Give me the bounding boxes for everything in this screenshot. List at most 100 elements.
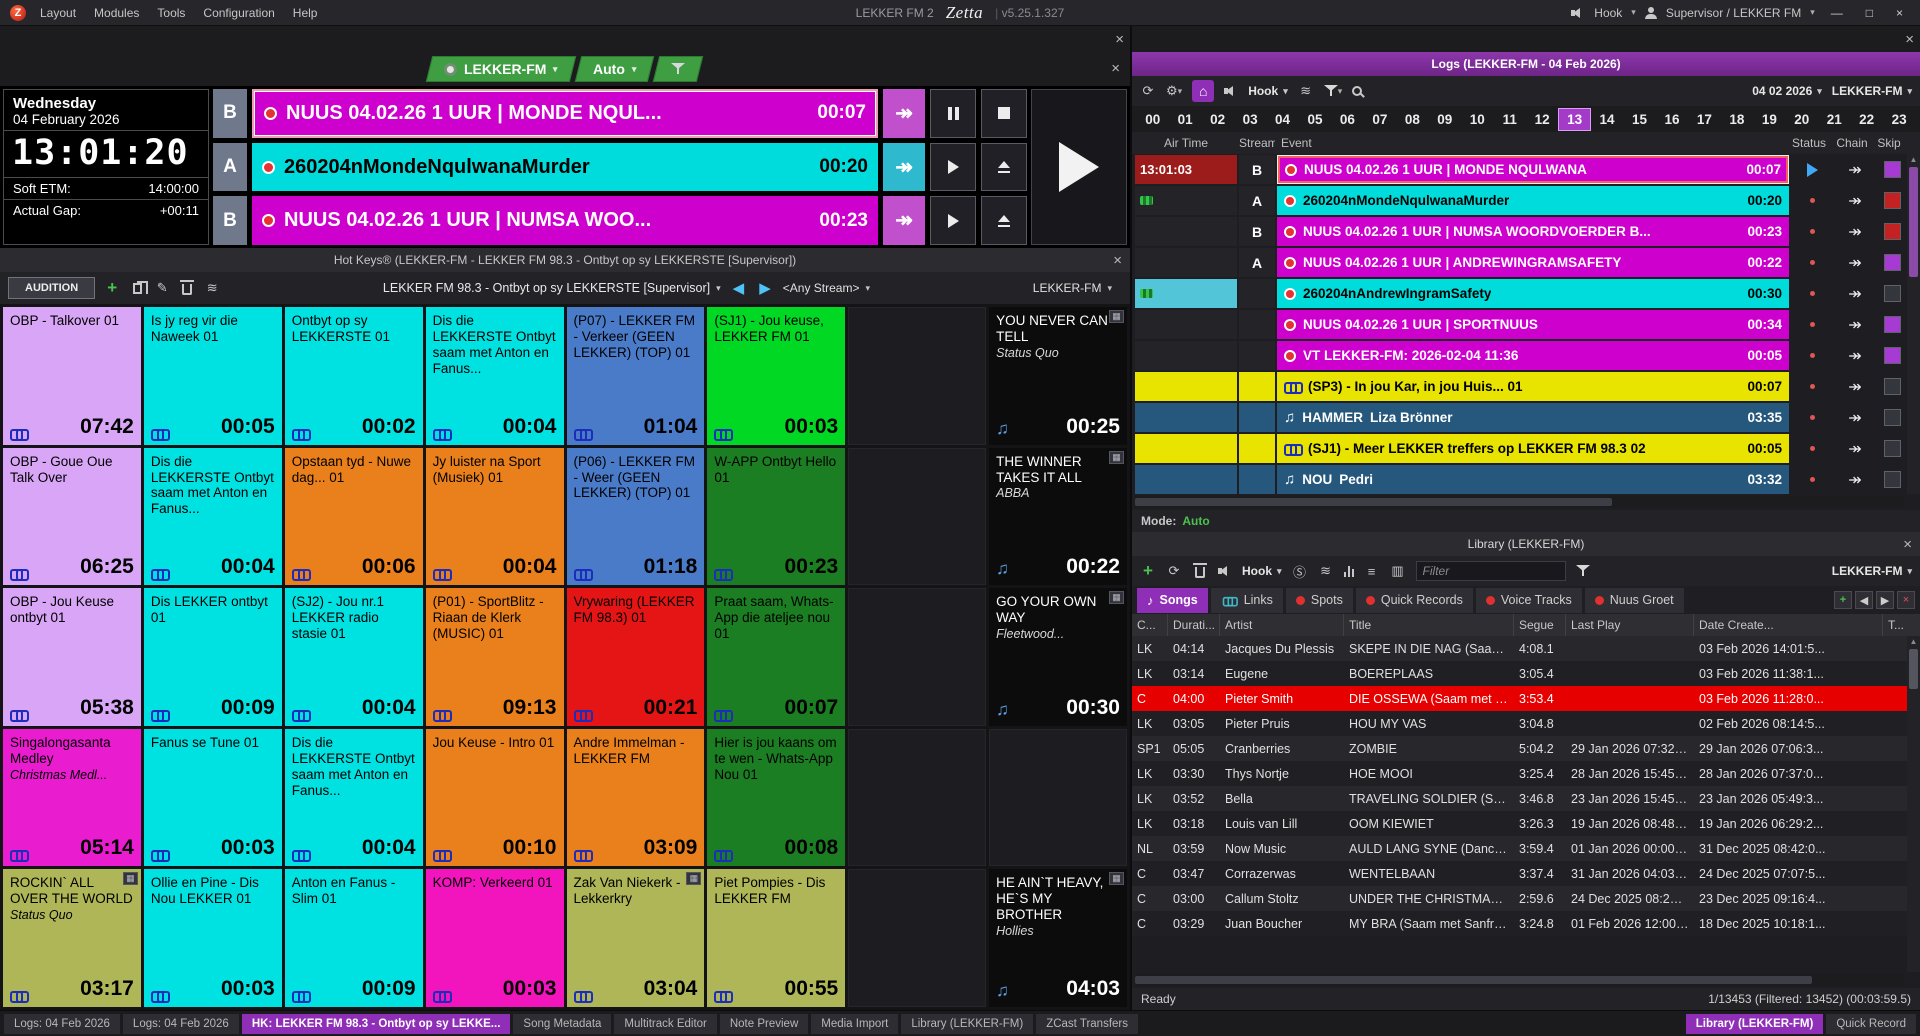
menu-item[interactable]: Layout: [40, 6, 76, 20]
taskbar-item[interactable]: Library (LEKKER-FM): [901, 1014, 1033, 1034]
skip-cell[interactable]: [1877, 310, 1907, 339]
refresh-icon[interactable]: ⟳: [1166, 562, 1182, 580]
scrollbar-thumb[interactable]: [1909, 167, 1918, 277]
log-event[interactable]: ♫ 260204nMondeNqulwanaMurder 00:20: [1277, 186, 1789, 215]
column-header[interactable]: Air Time: [1135, 136, 1237, 150]
hour-button[interactable]: 00: [1137, 109, 1168, 130]
hotkeys-station-selector[interactable]: LEKKER-FM ▾: [1033, 281, 1122, 295]
hour-button[interactable]: 03: [1234, 109, 1265, 130]
column-header[interactable]: C...: [1132, 614, 1168, 636]
hotkey-cell[interactable]: ▦ THE WINNER TAKES IT ALL ABBA ♫ 00:22: [989, 448, 1127, 586]
deck-event[interactable]: 260204nMondeNqulwanaMurder 00:20: [252, 143, 878, 192]
library-row[interactable]: C 04:00 Pieter Smith DIE OSSEWA (Saam me…: [1132, 686, 1907, 711]
library-row[interactable]: LK 04:14 Jacques Du Plessis SKEPE IN DIE…: [1132, 636, 1907, 661]
hotkey-cell[interactable]: ▦ OBP - Jou Keuse ontbyt 01 ♫ 05:38: [3, 588, 141, 726]
add-tab-button[interactable]: +: [1834, 591, 1852, 609]
taskbar-item[interactable]: Library (LEKKER-FM): [1686, 1014, 1824, 1034]
skip-checkbox[interactable]: [1884, 378, 1901, 395]
hour-button[interactable]: 10: [1462, 109, 1493, 130]
library-hook-selector[interactable]: Hook▾: [1242, 564, 1282, 578]
hotkey-cell[interactable]: ▦ YOU NEVER CAN TELL Status Quo ♫ 00:25: [989, 307, 1127, 445]
hotkey-cell[interactable]: ▦ ROCKIN` ALL OVER THE WORLD Status Quo …: [3, 869, 141, 1007]
skip-cell[interactable]: [1877, 372, 1907, 401]
close-icon[interactable]: ×: [1109, 31, 1130, 48]
hour-button[interactable]: 18: [1721, 109, 1752, 130]
hour-button[interactable]: 02: [1202, 109, 1233, 130]
taskbar-item[interactable]: Multitrack Editor: [614, 1014, 716, 1034]
hotkey-cell[interactable]: ▦ GO YOUR OWN WAY Fleetwood... ♫ 00:30: [989, 588, 1127, 726]
library-row[interactable]: SP1 05:05 Cranberries ZOMBIE 5:04.2 29 J…: [1132, 736, 1907, 761]
hour-button[interactable]: 06: [1332, 109, 1363, 130]
library-row[interactable]: C 03:00 Callum Stoltz UNDER THE CHRISTMA…: [1132, 886, 1907, 911]
hotkey-cell[interactable]: ▦ Is jy reg vir die Naweek 01 ♫ 00:05: [144, 307, 282, 445]
scroll-up-icon[interactable]: ▲: [1910, 637, 1918, 647]
hotkey-cell[interactable]: ▦ ♫: [848, 869, 986, 1007]
skip-checkbox[interactable]: [1884, 192, 1901, 209]
taskbar-item[interactable]: Logs: 04 Feb 2026: [4, 1014, 120, 1034]
play-button[interactable]: [930, 196, 976, 245]
deck-event[interactable]: NUUS 04.02.26 1 UUR | MONDE NQUL... 00:0…: [252, 89, 878, 138]
broadcast-icon[interactable]: ≋: [1298, 82, 1314, 100]
hotkey-cell[interactable]: ▦ W-APP Ontbyt Hello 01 ♫ 00:23: [707, 448, 845, 586]
log-event[interactable]: ♫ NUUS 04.02.26 1 UUR | MONDE NQULWANA 0…: [1277, 155, 1789, 184]
log-row[interactable]: ♫ (SJ1) - Meer LEKKER treffers op LEKKER…: [1135, 434, 1907, 463]
hotkey-bank-selector[interactable]: LEKKER FM 98.3 - Ontbyt op sy LEKKERSTE …: [383, 281, 721, 295]
log-horizontal-scrollbar[interactable]: [1135, 496, 1904, 508]
log-row[interactable]: ♫ NOU Pedri 03:32 ↠: [1135, 465, 1907, 494]
library-horizontal-scrollbar[interactable]: [1135, 974, 1904, 986]
taskbar-item[interactable]: Note Preview: [720, 1014, 808, 1034]
taskbar-item[interactable]: Logs: 04 Feb 2026: [123, 1014, 239, 1034]
log-row[interactable]: ♫ (SP3) - In jou Kar, in jou Huis... 01 …: [1135, 372, 1907, 401]
library-tab[interactable]: ♪ Songs: [1137, 588, 1208, 613]
add-icon[interactable]: +: [1140, 562, 1156, 580]
scrollbar-thumb[interactable]: [1135, 976, 1812, 984]
skip-cell[interactable]: [1877, 155, 1907, 184]
prev-bank-button[interactable]: ◀: [730, 279, 748, 297]
skip-cell[interactable]: [1877, 248, 1907, 277]
skip-checkbox[interactable]: [1884, 285, 1901, 302]
library-tab[interactable]: ♪ Voice Tracks: [1476, 588, 1582, 613]
home-icon[interactable]: ⌂: [1192, 80, 1214, 102]
search-icon[interactable]: [1352, 86, 1362, 96]
hour-button[interactable]: 01: [1169, 109, 1200, 130]
gear-icon[interactable]: ⚙▾: [1166, 82, 1182, 100]
skip-checkbox[interactable]: [1884, 161, 1901, 178]
audition-button[interactable]: AUDITION: [8, 277, 95, 299]
broadcast-icon[interactable]: ≋: [1318, 562, 1334, 580]
hour-button[interactable]: 19: [1754, 109, 1785, 130]
filter-button[interactable]: ▾: [1324, 82, 1343, 100]
column-header[interactable]: Status: [1788, 136, 1830, 150]
automation-mode-selector[interactable]: Auto ▾: [575, 56, 655, 82]
log-event[interactable]: ♫ 260204nAndrewIngramSafety 00:30: [1277, 279, 1789, 308]
menu-item[interactable]: Modules: [94, 6, 139, 20]
hotkey-cell[interactable]: ▦ (P01) - SportBlitz - Riaan de Klerk (M…: [426, 588, 564, 726]
hotkey-cell[interactable]: ▦ Jy luister na Sport (Musiek) 01 ♫ 00:0…: [426, 448, 564, 586]
hotkey-cell[interactable]: ▦ Dis LEKKER ontbyt 01 ♫ 00:09: [144, 588, 282, 726]
log-event[interactable]: ♫ NUUS 04.02.26 1 UUR | SPORTNUUS 00:34: [1277, 310, 1789, 339]
log-event[interactable]: ♫ NOU Pedri 03:32: [1277, 465, 1789, 494]
hour-button[interactable]: 04: [1267, 109, 1298, 130]
equalizer-icon[interactable]: [1344, 566, 1354, 577]
delete-icon[interactable]: [1192, 562, 1208, 580]
scrollbar-thumb[interactable]: [1135, 498, 1612, 506]
log-station-selector[interactable]: LEKKER-FM▾: [1832, 84, 1912, 98]
hotkey-cell[interactable]: ▦ Anton en Fanus - Slim 01 ♫ 00:09: [285, 869, 423, 1007]
hour-button[interactable]: 12: [1526, 109, 1557, 130]
hotkey-cell[interactable]: ▦ ♫: [848, 588, 986, 726]
hour-button[interactable]: 16: [1656, 109, 1687, 130]
hotkey-cell[interactable]: ▦ Dis die LEKKERSTE Ontbyt saam met Anto…: [285, 729, 423, 867]
log-row[interactable]: A ♫ NUUS 04.02.26 1 UUR | ANDREWINGRAMSA…: [1135, 248, 1907, 277]
column-header[interactable]: Durati...: [1168, 614, 1220, 636]
library-tab[interactable]: ♪ Quick Records: [1356, 588, 1473, 613]
library-row[interactable]: LK 03:05 Pieter Pruis HOU MY VAS 3:04.8 …: [1132, 711, 1907, 736]
hotkey-cell[interactable]: ▦ ♫: [848, 729, 986, 867]
library-row[interactable]: LK 03:52 Bella TRAVELING SOLDIER (Saa...…: [1132, 786, 1907, 811]
station-selector[interactable]: LEKKER-FM ▾: [426, 56, 576, 82]
log-row[interactable]: ♫ NUUS 04.02.26 1 UUR | SPORTNUUS 00:34 …: [1135, 310, 1907, 339]
refresh-icon[interactable]: ⟳: [1140, 82, 1156, 100]
skip-checkbox[interactable]: [1884, 409, 1901, 426]
column-header[interactable]: Segue: [1514, 614, 1566, 636]
hotkey-cell[interactable]: ▦ (P07) - LEKKER FM - Verkeer (GEEN LEKK…: [567, 307, 705, 445]
skip-checkbox[interactable]: [1884, 254, 1901, 271]
chain-cell[interactable]: ↠: [1835, 434, 1875, 463]
